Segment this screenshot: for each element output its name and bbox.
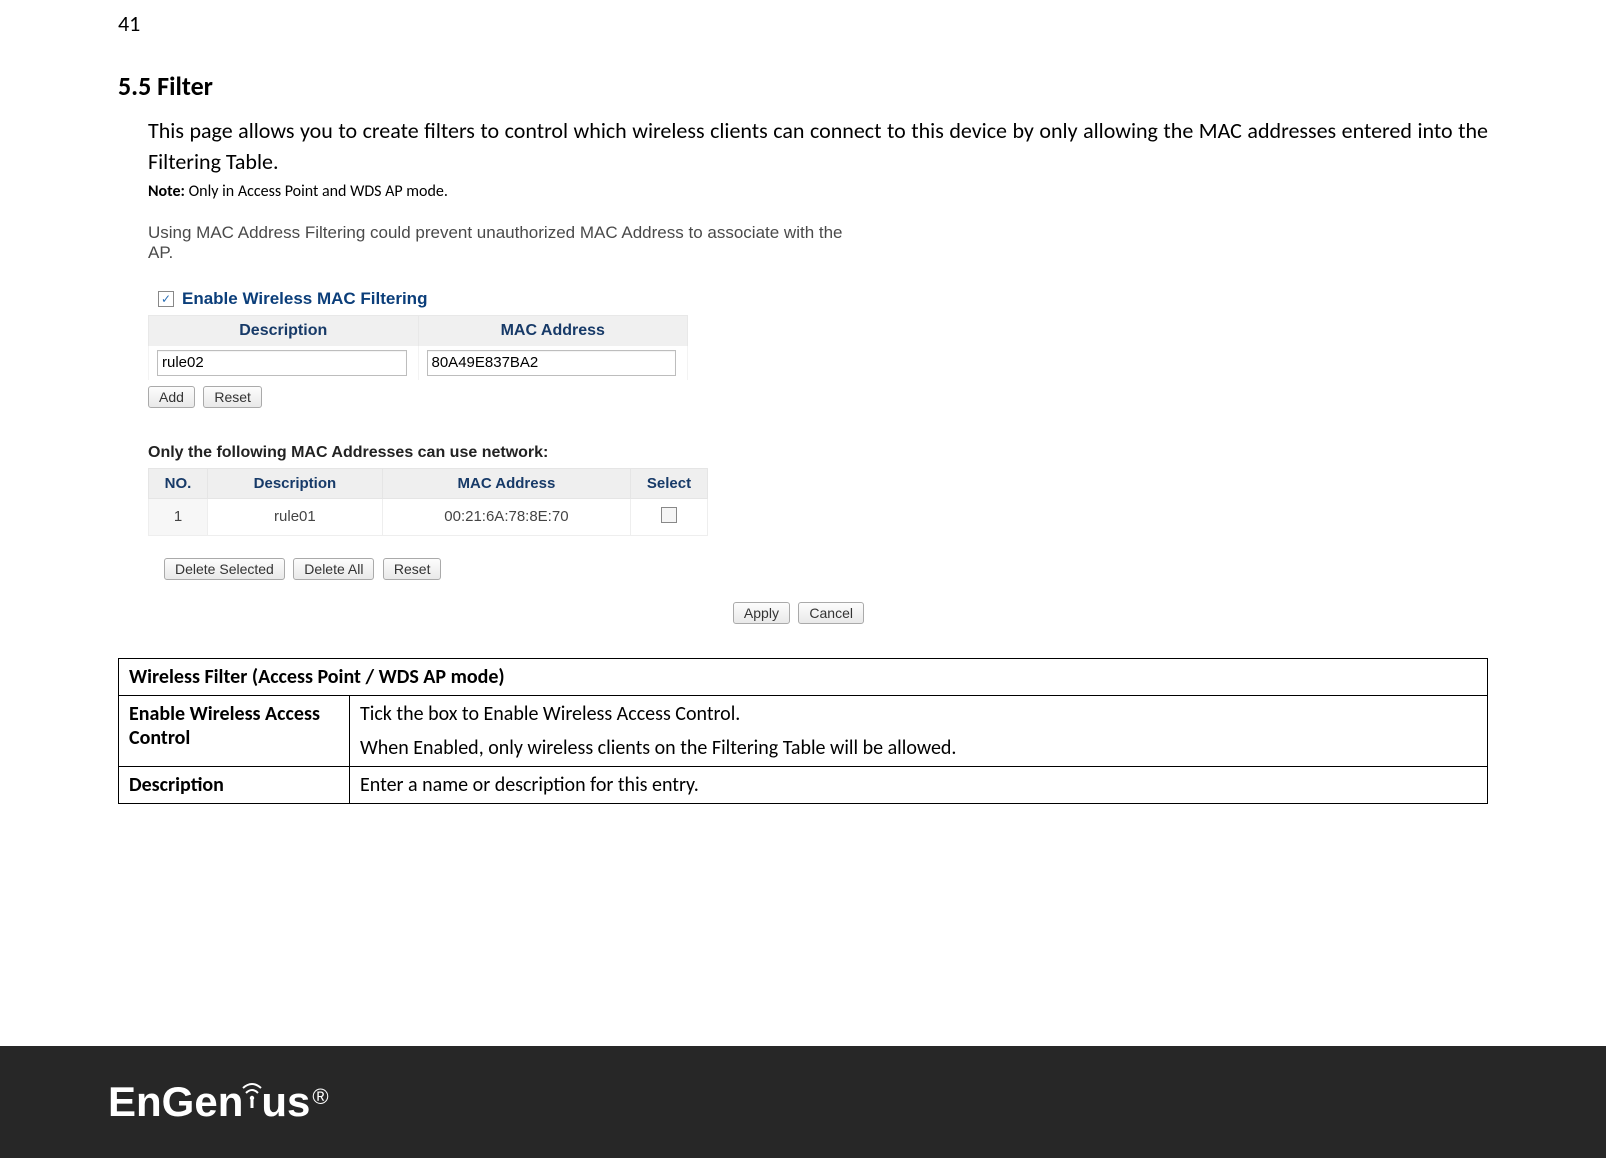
footer-bar: EnGen us ®	[0, 1046, 1606, 1158]
config-screenshot: Using MAC Address Filtering could preven…	[148, 223, 868, 624]
header-description: Description	[149, 315, 419, 346]
note-line: Note: Only in Access Point and WDS AP mo…	[118, 182, 1488, 201]
wifi-icon	[241, 1078, 263, 1108]
registered-icon: ®	[312, 1084, 328, 1110]
desc-row-label: Description	[119, 766, 350, 803]
description-input[interactable]	[157, 350, 407, 376]
add-button[interactable]: Add	[148, 386, 195, 408]
col-select: Select	[631, 468, 708, 498]
header-mac: MAC Address	[418, 315, 688, 346]
note-text: Only in Access Point and WDS AP mode.	[185, 182, 448, 201]
content-area: 5.5 Filter This page allows you to creat…	[118, 70, 1488, 804]
engenius-logo: EnGen us ®	[108, 1078, 329, 1126]
section-title: 5.5 Filter	[118, 70, 1488, 102]
reset-list-button[interactable]: Reset	[383, 558, 442, 580]
col-mac: MAC Address	[382, 468, 630, 498]
allowed-list-heading: Only the following MAC Addresses can use…	[148, 444, 868, 462]
logo-text-a: EnGen	[108, 1078, 243, 1126]
col-no: NO.	[149, 468, 208, 498]
row-select-checkbox[interactable]	[661, 507, 677, 523]
desc-row-value: Tick the box to Enable Wireless Access C…	[350, 695, 1488, 766]
desc-line: When Enabled, only wireless clients on t…	[360, 736, 1477, 760]
allowed-mac-table: NO. Description MAC Address Select 1 rul…	[148, 468, 708, 536]
desc-line: Enter a name or description for this ent…	[360, 773, 1477, 797]
table-row: 1 rule01 00:21:6A:78:8E:70	[149, 498, 708, 535]
desc-row-value: Enter a name or description for this ent…	[350, 766, 1488, 803]
desc-table-title: Wireless Filter (Access Point / WDS AP m…	[119, 658, 1488, 695]
add-entry-table: Description MAC Address	[148, 315, 688, 380]
cancel-button[interactable]: Cancel	[798, 602, 864, 624]
row-description: rule01	[208, 498, 383, 535]
page-number: 41	[118, 10, 140, 37]
enable-filter-label: Enable Wireless MAC Filtering	[182, 289, 427, 309]
body-paragraph: This page allows you to create filters t…	[118, 116, 1488, 178]
row-no: 1	[149, 498, 208, 535]
row-mac: 00:21:6A:78:8E:70	[382, 498, 630, 535]
desc-row-label: Enable Wireless Access Control	[119, 695, 350, 766]
mac-input[interactable]	[427, 350, 677, 376]
delete-selected-button[interactable]: Delete Selected	[164, 558, 285, 580]
apply-button[interactable]: Apply	[733, 602, 790, 624]
desc-line: Tick the box to Enable Wireless Access C…	[360, 702, 1477, 726]
logo-text-b: us	[261, 1078, 310, 1126]
note-label: Note:	[148, 182, 185, 201]
reset-button[interactable]: Reset	[203, 386, 262, 408]
enable-filter-checkbox[interactable]: ✓	[158, 291, 174, 307]
col-description: Description	[208, 468, 383, 498]
description-table: Wireless Filter (Access Point / WDS AP m…	[118, 658, 1488, 804]
screenshot-caption: Using MAC Address Filtering could preven…	[148, 223, 868, 263]
delete-all-button[interactable]: Delete All	[293, 558, 374, 580]
